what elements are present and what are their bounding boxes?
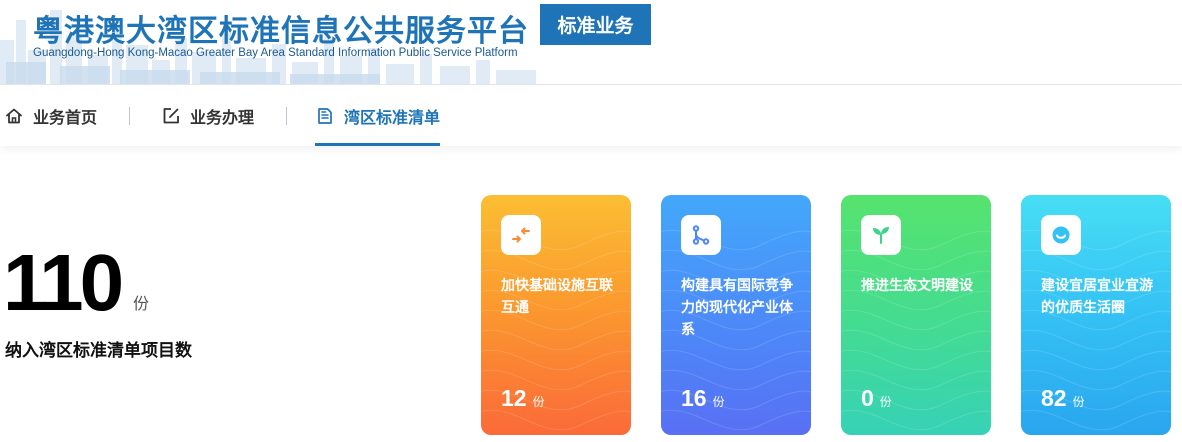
card-count: 16 份 xyxy=(681,385,725,412)
category-card-industry[interactable]: 构建具有国际竞争力的现代化产业体系 16 份 xyxy=(661,195,811,435)
nav-item-label: 湾区标准清单 xyxy=(344,108,441,127)
site-title: 粤港澳大湾区标准信息公共服务平台 xyxy=(33,14,529,49)
category-card-living[interactable]: 建设宜居宜业宜游的优质生活圈 82 份 xyxy=(1021,195,1171,435)
nav-item-label: 业务办理 xyxy=(190,108,255,127)
site-subtitle: Guangdong-Hong Kong-Macao Greater Bay Ar… xyxy=(33,47,518,59)
card-count-value: 82 xyxy=(1041,385,1067,411)
card-title: 建设宜居宜业宜游的优质生活圈 xyxy=(1041,278,1153,316)
card-count-value: 16 xyxy=(681,385,707,411)
standard-count-value: 110 xyxy=(3,238,124,327)
card-count: 0 份 xyxy=(861,385,892,412)
home-icon xyxy=(6,108,22,124)
nav-item-home[interactable]: 业务首页 xyxy=(4,86,97,146)
card-count: 82 份 xyxy=(1041,385,1085,412)
card-count: 12 份 xyxy=(501,385,545,412)
card-icon-box xyxy=(501,215,541,255)
card-title: 加快基础设施互联互通 xyxy=(501,278,613,316)
nav-item-label: 业务首页 xyxy=(33,108,98,127)
standard-count-label: 纳入湾区标准清单项目数 xyxy=(5,341,192,361)
card-icon-box xyxy=(1041,215,1081,255)
nav-separator xyxy=(286,107,287,125)
card-count-unit: 份 xyxy=(1072,395,1085,409)
category-card-infrastructure[interactable]: 加快基础设施互联互通 12 份 xyxy=(481,195,631,435)
standard-count-unit: 份 xyxy=(133,294,150,313)
card-count-unit: 份 xyxy=(879,395,892,409)
nav-item-standard-list[interactable]: 湾区标准清单 xyxy=(315,86,441,146)
card-icon-box xyxy=(861,215,901,255)
card-icon-box xyxy=(681,215,721,255)
main-nav: 业务首页 业务办理 湾区标准清单 xyxy=(0,86,1182,146)
nav-item-business[interactable]: 业务办理 xyxy=(161,86,254,146)
category-card-ecology[interactable]: 推进生态文明建设 0 份 xyxy=(841,195,991,435)
card-count-unit: 份 xyxy=(712,395,725,409)
card-count-unit: 份 xyxy=(532,395,545,409)
card-count-value: 12 xyxy=(501,385,527,411)
smile-icon xyxy=(1052,226,1070,244)
business-badge[interactable]: 标准业务 xyxy=(540,4,651,45)
document-icon xyxy=(318,108,332,124)
sprout-icon xyxy=(873,227,889,244)
card-title: 构建具有国际竞争力的现代化产业体系 xyxy=(681,278,793,338)
site-header: 粤港澳大湾区标准信息公共服务平台 Guangdong-Hong Kong-Mac… xyxy=(0,0,1182,85)
card-title: 推进生态文明建设 xyxy=(861,278,973,294)
nav-separator xyxy=(129,107,130,125)
edit-icon xyxy=(163,108,179,124)
branch-icon xyxy=(692,225,710,245)
exchange-arrows-icon xyxy=(512,227,530,243)
card-count-value: 0 xyxy=(861,385,874,411)
